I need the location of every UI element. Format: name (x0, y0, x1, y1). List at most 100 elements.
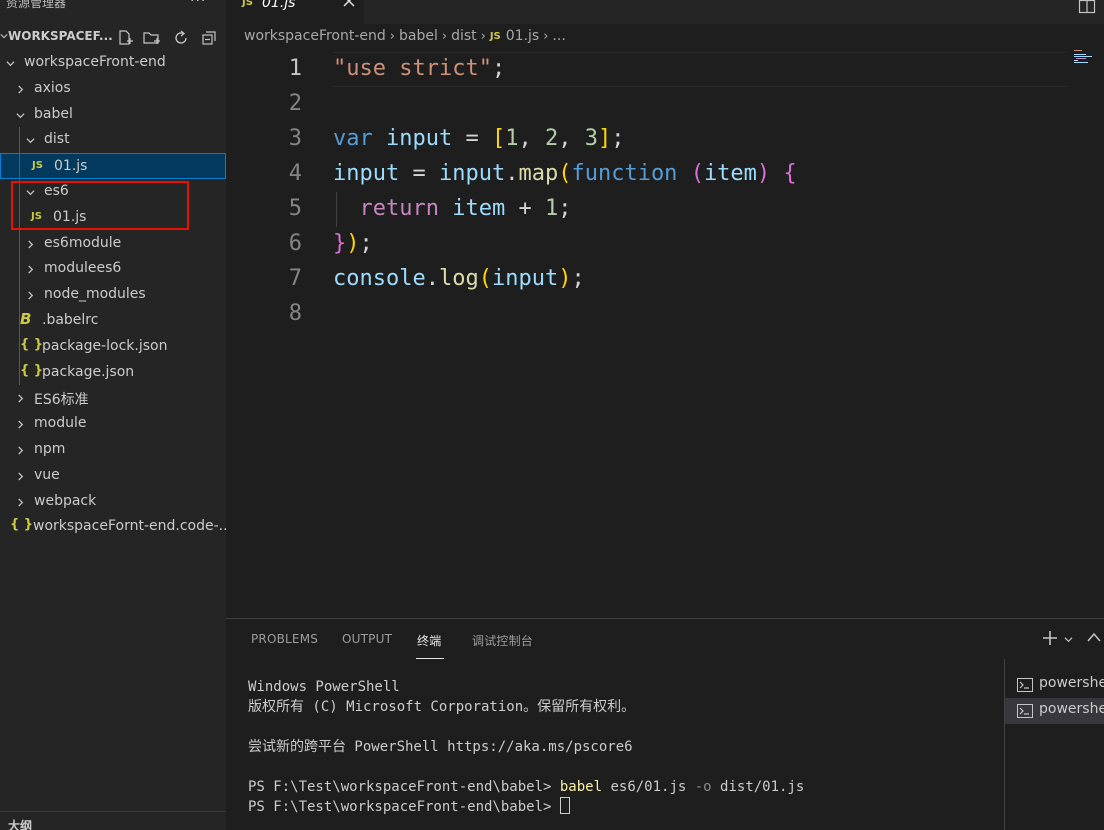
chevron-right-icon (18, 498, 24, 507)
tree-item-label: 01.js (54, 158, 88, 175)
terminal-line: Windows PowerShell (248, 679, 400, 695)
file-item[interactable]: { } package-lock.json (0, 334, 226, 360)
code-token: var (333, 126, 373, 151)
chevron-right-icon (18, 446, 24, 455)
code-token: input (438, 161, 506, 186)
tree-item-label: module (34, 415, 87, 432)
tab-terminal[interactable]: 终端 (417, 632, 441, 649)
workspace-header[interactable]: WORKSPACEF... (0, 26, 226, 50)
line-number: 7 (288, 266, 302, 291)
terminal-arg: dist/01.js (711, 779, 805, 795)
folder-item[interactable]: node_modules (0, 282, 226, 308)
tree-item-label: axios (34, 79, 71, 96)
chevron-right-icon: › (441, 28, 448, 44)
chevron-up-icon[interactable] (1086, 631, 1102, 643)
terminal-instance-label: powershell (1039, 701, 1104, 717)
code-token: } (333, 231, 347, 256)
chevron-down-icon (0, 34, 8, 39)
new-terminal-icon[interactable] (1041, 629, 1059, 647)
terminal-icon (1017, 678, 1033, 692)
file-item[interactable]: { } workspaceFornt-end.code-... (0, 514, 226, 540)
active-tab-indicator (416, 658, 444, 659)
tab-problems[interactable]: PROBLEMS (251, 632, 318, 646)
code-token: input (386, 126, 453, 151)
file-item[interactable]: { } package.json (0, 360, 226, 386)
folder-item[interactable]: npm (0, 437, 226, 463)
file-item[interactable]: B .babelrc (0, 308, 226, 334)
code-token: ) (346, 231, 360, 256)
code-token: . (505, 161, 519, 186)
terminal-instance[interactable]: powershell (1005, 672, 1104, 698)
tab-output[interactable]: OUTPUT (342, 632, 392, 646)
js-file-icon: JS (489, 30, 501, 42)
chevron-down-icon[interactable] (1064, 635, 1073, 644)
terminal-list: powershell powershell (1004, 659, 1104, 830)
folder-item[interactable]: webpack (0, 489, 226, 515)
chevron-right-icon: › (543, 28, 549, 44)
code-token: map (518, 161, 559, 186)
line-number: 5 (288, 196, 302, 221)
folder-item[interactable]: babel (0, 102, 226, 128)
workspace-name: WORKSPACEF... (8, 29, 113, 43)
refresh-icon[interactable] (172, 29, 190, 47)
breadcrumb-item[interactable]: 01.js (506, 28, 539, 44)
js-file-icon: JS (242, 0, 253, 8)
line-number: 2 (288, 91, 302, 116)
code-line: 1 "use strict"; (226, 52, 1104, 87)
chevron-down-icon (6, 61, 15, 67)
code-token: function (571, 161, 678, 186)
editor-area: JS 01.js workspaceFront-end › babel › dist › J… (226, 0, 1104, 618)
folder-item[interactable]: axios (0, 76, 226, 102)
folder-item[interactable]: modulees6 (0, 256, 226, 282)
collapse-all-icon[interactable] (200, 29, 218, 47)
folder-item[interactable]: workspaceFront-end (0, 50, 226, 76)
file-item[interactable]: JS 01.js (0, 153, 226, 180)
chevron-down-icon (26, 138, 35, 144)
terminal-line: 版权所有 (C) Microsoft Corporation。保留所有权利。 (248, 699, 636, 715)
annotation-highlight-box (11, 181, 189, 230)
json-file-icon: { } (20, 336, 44, 352)
explorer-sidebar: 资源管理器 ··· WORKSPACEF... workspaceFront-e… (0, 0, 226, 830)
split-editor-icon[interactable] (1078, 0, 1096, 14)
code-line: 4 input = input.map(function (item) { (226, 157, 1104, 192)
code-token: item (452, 196, 506, 221)
breadcrumb-item[interactable]: ... (552, 28, 565, 44)
terminal-output[interactable]: Windows PowerShell 版权所有 (C) Microsoft Co… (248, 677, 1000, 827)
terminal-flag: -o (694, 779, 712, 795)
line-number: 1 (288, 56, 302, 81)
folder-item[interactable]: dist (0, 127, 226, 153)
terminal-line: PS F:\Test\workspaceFront-end\babel> bab… (248, 777, 1000, 797)
breadcrumb-item[interactable]: dist (451, 28, 477, 44)
code-token: ) (756, 161, 771, 186)
folder-item[interactable]: vue (0, 463, 226, 489)
more-actions-icon[interactable]: ··· (190, 0, 206, 9)
tree-item-label: package.json (42, 363, 135, 380)
code-token: = (399, 161, 439, 186)
code-editor[interactable]: 1 "use strict"; 2 3 var input = [1, 2, 3… (226, 52, 1104, 618)
folder-item[interactable]: ES6标准 (0, 385, 226, 411)
code-token: input (333, 161, 400, 186)
outline-section[interactable]: 大纲 (0, 811, 226, 830)
new-file-icon[interactable] (116, 29, 134, 47)
folder-item[interactable]: module (0, 411, 226, 437)
code-token: ] (597, 126, 612, 151)
terminal-prompt: PS F:\Test\workspaceFront-end\babel> (248, 799, 560, 815)
code-token: [ (491, 126, 506, 151)
tree-indent-guide (19, 127, 20, 386)
breadcrumb-item[interactable]: babel (399, 28, 438, 44)
terminal-instance[interactable]: powershell (1005, 698, 1104, 724)
close-icon[interactable] (342, 0, 356, 8)
editor-tab[interactable]: JS 01.js (226, 0, 364, 24)
terminal-line: 尝试新的跨平台 PowerShell https://aka.ms/pscore… (248, 739, 633, 755)
tab-debug-console[interactable]: 调试控制台 (472, 632, 533, 649)
new-folder-icon[interactable] (143, 29, 161, 47)
tree-item-label: webpack (34, 492, 97, 509)
breadcrumb-item[interactable]: workspaceFront-end (244, 28, 386, 44)
outline-label: 大纲 (8, 819, 33, 830)
tree-item-label: package-lock.json (42, 337, 168, 354)
folder-item[interactable]: es6module (0, 231, 226, 257)
tree-item-label: es6module (44, 234, 122, 251)
tree-item-label: node_modules (44, 286, 146, 303)
chevron-right-icon: › (389, 28, 395, 44)
tree-item-label: babel (34, 105, 73, 122)
